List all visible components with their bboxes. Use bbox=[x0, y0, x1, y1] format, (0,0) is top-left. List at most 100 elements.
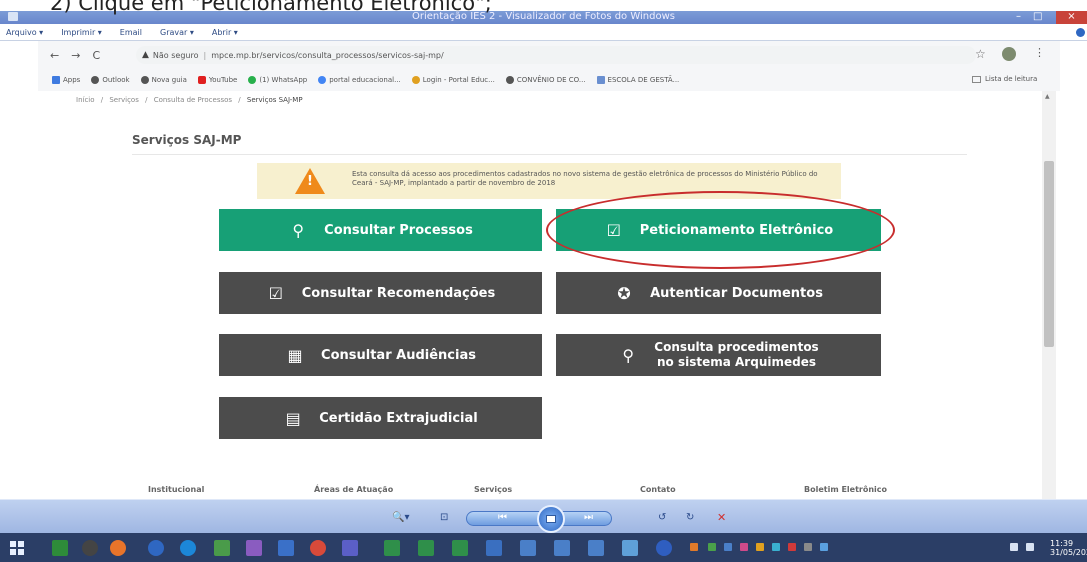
bookmark-outlook[interactable]: Outlook bbox=[91, 76, 130, 84]
zoom-button[interactable]: 🔍▾ bbox=[392, 512, 409, 523]
page-scrollbar[interactable]: ▲ bbox=[1042, 91, 1056, 499]
firefox-dev-icon[interactable] bbox=[148, 540, 164, 556]
footer-servicos[interactable]: Serviços bbox=[474, 485, 512, 494]
next-button[interactable]: ⏭ bbox=[584, 512, 593, 523]
bookmark-star-icon[interactable]: ☆ bbox=[975, 47, 986, 61]
internet-explorer-icon[interactable] bbox=[180, 540, 196, 556]
tray-icon[interactable] bbox=[820, 543, 828, 551]
firefox-icon[interactable] bbox=[110, 540, 126, 556]
slideshow-button[interactable] bbox=[537, 505, 565, 533]
fit-window-button[interactable]: ⊡ bbox=[440, 512, 448, 523]
maximize-button[interactable]: □ bbox=[1033, 9, 1042, 24]
tray-icon[interactable] bbox=[788, 543, 796, 551]
reload-button[interactable]: C bbox=[92, 49, 100, 62]
spreadsheet-icon[interactable] bbox=[452, 540, 468, 556]
help-circle-icon[interactable] bbox=[656, 540, 672, 556]
bookmark-apps[interactable]: Apps bbox=[52, 76, 80, 84]
tray-icon[interactable] bbox=[724, 543, 732, 551]
paint-brush-icon[interactable] bbox=[622, 540, 638, 556]
forward-button[interactable]: → bbox=[71, 49, 80, 62]
search-icon: ⚲ bbox=[622, 345, 635, 365]
menu-abrir[interactable]: Abrir ▾ bbox=[212, 28, 238, 37]
breadcrumb-servicos[interactable]: Serviços bbox=[109, 96, 139, 104]
menu-arquivo[interactable]: Arquivo ▾ bbox=[6, 28, 43, 37]
paint-icon[interactable] bbox=[214, 540, 230, 556]
autenticar-documentos-button[interactable]: ✪ Autenticar Documentos bbox=[556, 272, 881, 314]
address-bar[interactable]: ▲ Não seguro | mpce.mp.br/servicos/consu… bbox=[136, 46, 976, 64]
taskbar-clock[interactable]: 11:39 31/05/2021 bbox=[1050, 539, 1087, 557]
network-icon[interactable] bbox=[1010, 543, 1018, 551]
reading-list-button[interactable]: Lista de leitura bbox=[972, 75, 1037, 83]
breadcrumb-inicio[interactable]: Início bbox=[76, 96, 95, 104]
media-icon[interactable] bbox=[82, 540, 98, 556]
help-icon[interactable] bbox=[1076, 28, 1085, 37]
bookmark-portal-educacional[interactable]: portal educacional... bbox=[318, 76, 401, 84]
bookmark-login-portal[interactable]: Login - Portal Educ... bbox=[411, 76, 495, 84]
taskbar: 11:39 31/05/2021 bbox=[0, 533, 1087, 562]
breadcrumb-separator: / bbox=[100, 96, 104, 104]
reading-list-icon bbox=[972, 75, 981, 83]
title-divider bbox=[132, 154, 967, 155]
spreadsheet-icon[interactable] bbox=[384, 540, 400, 556]
photo-viewer-icon bbox=[8, 12, 18, 21]
notice-text: Esta consulta dá acesso aos procedimento… bbox=[352, 170, 818, 187]
drive-icon[interactable] bbox=[588, 540, 604, 556]
previous-button[interactable]: ⏮ bbox=[498, 512, 507, 523]
security-label: Não seguro bbox=[152, 50, 199, 60]
consultar-processos-button[interactable]: ⚲ Consultar Processos bbox=[219, 209, 542, 251]
browser-menu-icon[interactable]: ⋮ bbox=[1034, 46, 1045, 59]
bookmark-escola[interactable]: ESCOLA DE GESTÃ... bbox=[596, 76, 679, 84]
bookmarks-bar: Apps Outlook Nova guia YouTube (1) Whats… bbox=[38, 69, 1060, 91]
close-button[interactable]: × bbox=[1056, 9, 1087, 24]
footer-contato[interactable]: Contato bbox=[640, 485, 676, 494]
spreadsheet-icon[interactable] bbox=[418, 540, 434, 556]
search-icon[interactable] bbox=[278, 540, 294, 556]
tray-icon[interactable] bbox=[772, 543, 780, 551]
rotate-ccw-button[interactable]: ↺ bbox=[658, 512, 666, 523]
tray-icon[interactable] bbox=[708, 543, 716, 551]
consultar-audiencias-button[interactable]: ▦ Consultar Audiências bbox=[219, 334, 542, 376]
footer-institucional[interactable]: Institucional bbox=[148, 485, 204, 494]
bookmark-convenio[interactable]: CONVÊNIO DE CO... bbox=[505, 76, 586, 84]
footer-areas-atuacao[interactable]: Áreas de Atuação bbox=[314, 485, 393, 494]
store-icon[interactable] bbox=[52, 540, 68, 556]
breadcrumb-separator: / bbox=[238, 96, 241, 104]
drive-icon[interactable] bbox=[520, 540, 536, 556]
windows-start-icon[interactable] bbox=[10, 541, 24, 555]
back-button[interactable]: ← bbox=[50, 49, 59, 62]
menu-email[interactable]: Email bbox=[120, 28, 142, 37]
profile-avatar[interactable] bbox=[1002, 47, 1016, 61]
delete-button[interactable]: ✕ bbox=[717, 511, 726, 524]
scroll-up-arrow-icon[interactable]: ▲ bbox=[1045, 93, 1050, 100]
photo-app-icon[interactable] bbox=[246, 540, 262, 556]
teams-icon[interactable] bbox=[342, 540, 358, 556]
certidao-extrajudicial-button[interactable]: ▤ Certidão Extrajudicial bbox=[219, 397, 542, 439]
tray-icon[interactable] bbox=[690, 543, 698, 551]
tray-icon[interactable] bbox=[804, 543, 812, 551]
warning-triangle-icon: ▲ bbox=[142, 50, 149, 60]
highlight-circle bbox=[546, 191, 895, 269]
bookmark-youtube[interactable]: YouTube bbox=[197, 76, 237, 84]
consulta-arquimedes-button[interactable]: ⚲ Consulta procedimentos no sistema Arqu… bbox=[556, 334, 881, 376]
chrome-icon[interactable] bbox=[310, 540, 326, 556]
footer-boletim[interactable]: Boletim Eletrônico bbox=[804, 485, 887, 494]
menu-imprimir[interactable]: Imprimir ▾ bbox=[61, 28, 102, 37]
viewer-menu-bar: Arquivo ▾ Imprimir ▾ Email Gravar ▾ Abri… bbox=[0, 24, 1087, 41]
bookmark-whatsapp[interactable]: (1) WhatsApp bbox=[248, 76, 307, 84]
breadcrumb-consulta-processos[interactable]: Consulta de Processos bbox=[154, 96, 232, 104]
globe-icon bbox=[505, 76, 514, 84]
award-ribbon-icon: ✪ bbox=[617, 283, 631, 303]
drive-icon[interactable] bbox=[554, 540, 570, 556]
google-icon bbox=[318, 76, 327, 84]
bookmark-nova-guia[interactable]: Nova guia bbox=[140, 76, 187, 84]
minimize-button[interactable]: – bbox=[1016, 9, 1021, 24]
rotate-cw-button[interactable]: ↻ bbox=[686, 512, 694, 523]
tray-icon[interactable] bbox=[740, 543, 748, 551]
menu-gravar[interactable]: Gravar ▾ bbox=[160, 28, 194, 37]
scrollbar-thumb[interactable] bbox=[1044, 161, 1054, 347]
consultar-recomendacoes-button[interactable]: ☑ Consultar Recomendações bbox=[219, 272, 542, 314]
volume-icon[interactable] bbox=[1026, 543, 1034, 551]
document-icon[interactable] bbox=[486, 540, 502, 556]
slideshow-icon bbox=[546, 515, 556, 523]
tray-icon[interactable] bbox=[756, 543, 764, 551]
